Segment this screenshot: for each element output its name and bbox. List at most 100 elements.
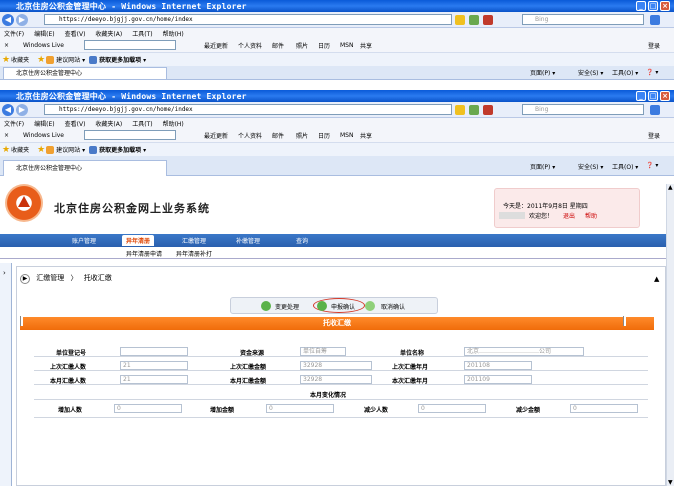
close-icon[interactable]: × [4,42,9,49]
nav-query[interactable]: 查询 [296,236,308,245]
search-icon[interactable] [650,105,660,115]
cmd-tools[interactable]: 工具(O) ▾ [612,162,638,171]
stop-icon[interactable] [483,15,493,25]
close-icon[interactable]: × [4,132,9,139]
unit-name-field[interactable]: 北京…………………………公司 [464,347,584,356]
live-link-photos[interactable]: 照片 [296,41,308,50]
live-search-input[interactable] [84,40,176,50]
menu-view[interactable]: 查看(V) [65,119,86,128]
menu-favorites[interactable]: 收藏夹(A) [95,119,122,128]
live-link-updates[interactable]: 最近更新 [204,131,228,140]
get-addons[interactable]: 获取更多加载项 ▾ [99,145,146,154]
tab-current[interactable]: 北京住房公积金管理中心 [3,67,167,79]
confirm-button[interactable]: 申报确认 [331,302,355,311]
get-addons[interactable]: 获取更多加载项 ▾ [99,55,146,64]
add-amount-field[interactable]: 0 [266,404,334,413]
windows-live-label[interactable]: Windows Live [23,42,64,49]
play-icon[interactable]: ▶ [20,274,30,284]
nav-remit[interactable]: 汇缴管理 [182,236,206,245]
minimize-icon[interactable]: _ [636,1,646,11]
cmd-tools[interactable]: 工具(O) ▾ [612,68,638,77]
reduce-amount-field[interactable]: 0 [570,404,638,413]
tab-current-2[interactable]: 北京住房公积金管理中心 [3,160,167,176]
live-link-calendar[interactable]: 日历 [318,41,330,50]
menu-file[interactable]: 文件(F) [4,29,24,38]
close-icon[interactable]: × [660,1,670,11]
live-link-photos[interactable]: 照片 [296,131,308,140]
menu-help[interactable]: 帮助(H) [163,29,184,38]
menu-edit[interactable]: 编辑(E) [34,29,54,38]
live-link-updates[interactable]: 最近更新 [204,41,228,50]
this-month-field[interactable]: 201109 [464,375,532,384]
scroll-down-icon[interactable]: ▼ [668,479,673,486]
menu-edit[interactable]: 编辑(E) [34,119,54,128]
live-link-msn[interactable]: MSN [340,42,353,49]
scroll-up-icon[interactable]: ▲ [668,184,673,191]
favorites-star-icon[interactable]: ★ [2,145,10,155]
menu-view[interactable]: 查看(V) [65,29,86,38]
this-amount-field[interactable]: 32928 [300,375,372,384]
favorites-label[interactable]: 收藏夹 [11,55,29,64]
live-link-calendar[interactable]: 日历 [318,131,330,140]
url-input-2[interactable]: https://deeyo.bjgjj.gov.cn/home/index [44,104,452,115]
live-link-share[interactable]: 共享 [360,131,372,140]
suggested-sites[interactable]: 建议网站 ▾ [56,55,85,64]
sidebar-toggle[interactable]: › [0,263,12,486]
reg-no-field[interactable] [120,347,188,356]
subnav-apply[interactable]: 异年清册申请 [126,249,162,258]
forward-icon[interactable]: ▶ [16,13,28,26]
close-icon[interactable]: × [660,91,670,101]
minimize-icon[interactable]: _ [636,91,646,101]
live-link-profile[interactable]: 个人资料 [238,131,262,140]
add-people-field[interactable]: 0 [114,404,182,413]
menu-tools[interactable]: 工具(T) [132,29,152,38]
cmd-safety[interactable]: 安全(S) ▾ [578,162,603,171]
chevron-right-icon[interactable]: › [3,269,6,277]
search-input-2[interactable]: Bing [522,104,644,115]
last-count-field[interactable]: 21 [120,361,188,370]
maximize-icon[interactable]: □ [648,1,658,11]
fund-source-select[interactable]: 单位自筹 [300,347,346,356]
lock-icon[interactable] [455,105,465,115]
cmd-page[interactable]: 页面(P) ▾ [530,162,555,171]
cmd-help[interactable]: ❓ ▾ [646,69,658,76]
this-count-field[interactable]: 21 [120,375,188,384]
cmd-page[interactable]: 页面(P) ▾ [530,68,555,77]
last-amount-field[interactable]: 32928 [300,361,372,370]
live-search-input[interactable] [84,130,176,140]
live-link-msn[interactable]: MSN [340,132,353,139]
logout-link[interactable]: 退出 [563,211,575,220]
menu-help[interactable]: 帮助(H) [163,119,184,128]
live-link-profile[interactable]: 个人资料 [238,41,262,50]
stop-icon[interactable] [483,105,493,115]
nav-account[interactable]: 账户管理 [72,236,96,245]
search-icon[interactable] [650,15,660,25]
windows-live-label[interactable]: Windows Live [23,132,64,139]
menu-file[interactable]: 文件(F) [4,119,24,128]
vertical-scrollbar[interactable]: ▲ ▼ [666,184,674,486]
cmd-help[interactable]: ❓ ▾ [646,162,658,169]
url-input[interactable]: https://deeyo.bjgjj.gov.cn/home/index [44,14,452,25]
favorites-star-icon[interactable]: ★ [2,55,10,65]
add-favorites-icon[interactable]: ★ [37,145,45,155]
add-favorites-icon[interactable]: ★ [37,55,45,65]
live-link-share[interactable]: 共享 [360,41,372,50]
cmd-safety[interactable]: 安全(S) ▾ [578,68,603,77]
breadcrumb-item-remit[interactable]: 汇缴管理 [36,274,64,282]
search-input[interactable]: Bing [522,14,644,25]
suggested-sites[interactable]: 建议网站 ▾ [56,145,85,154]
favorites-label[interactable]: 收藏夹 [11,145,29,154]
nav-supplement[interactable]: 补缴管理 [236,236,260,245]
help-link[interactable]: 帮助 [585,211,597,220]
back-icon[interactable]: ◀ [2,13,14,26]
collapse-up-icon[interactable]: ▲ [654,275,659,283]
login-link[interactable]: 登录 [648,131,660,140]
refresh-icon[interactable] [469,15,479,25]
menu-favorites[interactable]: 收藏夹(A) [95,29,122,38]
login-link[interactable]: 登录 [648,41,660,50]
nav-annual[interactable]: 异年清册 [122,235,155,246]
refresh-icon[interactable] [469,105,479,115]
reduce-people-field[interactable]: 0 [418,404,486,413]
lock-icon[interactable] [455,15,465,25]
live-link-mail[interactable]: 邮件 [272,41,284,50]
